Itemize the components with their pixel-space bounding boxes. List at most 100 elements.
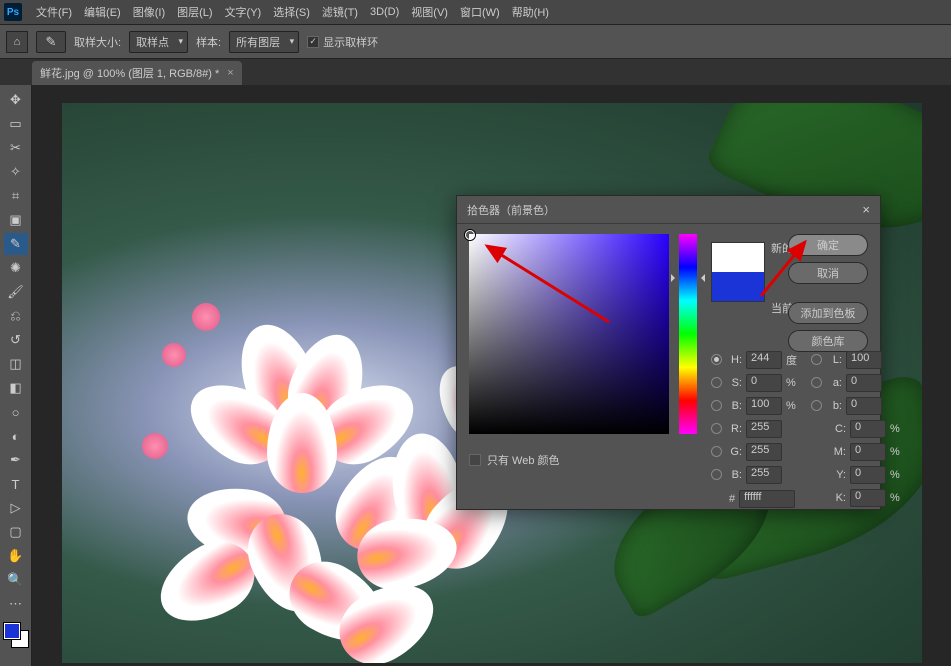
input-b2[interactable]: 0: [846, 397, 882, 415]
show-ring-checkbox[interactable]: ✓ 显示取样环: [307, 34, 378, 50]
sample-size-select[interactable]: 取样点: [129, 31, 188, 53]
app-logo: Ps: [4, 3, 22, 21]
label-s: S:: [726, 377, 742, 389]
input-s[interactable]: 0: [746, 374, 782, 392]
radio-a[interactable]: [811, 377, 822, 388]
input-y[interactable]: 0: [850, 466, 886, 484]
input-r[interactable]: 255: [746, 420, 782, 438]
ok-button[interactable]: 确定: [788, 234, 868, 256]
input-k[interactable]: 0: [850, 489, 886, 507]
path-tool[interactable]: ▷: [4, 497, 28, 519]
hue-slider[interactable]: [679, 234, 697, 434]
input-b[interactable]: 100: [746, 397, 782, 415]
frame-tool[interactable]: ▣: [4, 209, 28, 231]
menu-file[interactable]: 文件(F): [30, 4, 78, 20]
menu-select[interactable]: 选择(S): [267, 4, 316, 20]
cancel-button[interactable]: 取消: [788, 262, 868, 284]
input-a[interactable]: 0: [846, 374, 882, 392]
label-b: B:: [726, 400, 742, 412]
marquee-tool[interactable]: ▭: [4, 113, 28, 135]
web-only-label: 只有 Web 颜色: [487, 452, 560, 468]
label-h: H:: [726, 354, 742, 366]
brush-tool[interactable]: 🖌: [4, 281, 28, 303]
input-bb[interactable]: 255: [746, 466, 782, 484]
wand-tool[interactable]: ✧: [4, 161, 28, 183]
input-m[interactable]: 0: [850, 443, 886, 461]
radio-b[interactable]: [711, 400, 722, 411]
eraser-tool[interactable]: ◫: [4, 353, 28, 375]
radio-g[interactable]: [711, 446, 722, 457]
unit-m: %: [890, 446, 904, 458]
dialog-title: 拾色器（前景色）: [467, 202, 555, 218]
document-tab[interactable]: 鲜花.jpg @ 100% (图层 1, RGB/8#) * ×: [32, 61, 242, 85]
radio-h[interactable]: [711, 354, 722, 365]
unit-c: %: [890, 423, 904, 435]
more-tools[interactable]: ⋯: [4, 593, 28, 615]
label-m: M:: [830, 446, 846, 458]
radio-s[interactable]: [711, 377, 722, 388]
menu-window[interactable]: 窗口(W): [454, 4, 506, 20]
sample-layer-select[interactable]: 所有图层: [229, 31, 299, 53]
saturation-value-box[interactable]: [469, 234, 669, 434]
blur-tool[interactable]: ○: [4, 401, 28, 423]
sample-size-value: 取样点: [136, 34, 169, 50]
zoom-tool[interactable]: 🔍: [4, 569, 28, 591]
sv-marker: [465, 230, 475, 240]
add-swatch-button[interactable]: 添加到色板: [788, 302, 868, 324]
move-tool[interactable]: ✥: [4, 89, 28, 111]
menu-type[interactable]: 文字(Y): [219, 4, 268, 20]
color-preview: [711, 242, 765, 302]
menu-edit[interactable]: 编辑(E): [78, 4, 127, 20]
menu-view[interactable]: 视图(V): [405, 4, 454, 20]
type-tool[interactable]: T: [4, 473, 28, 495]
dialog-titlebar[interactable]: 拾色器（前景色） ×: [457, 196, 880, 224]
input-l[interactable]: 100: [846, 351, 882, 369]
stamp-tool[interactable]: ⎌: [4, 305, 28, 327]
gradient-tool[interactable]: ◧: [4, 377, 28, 399]
crop-tool[interactable]: ⌗: [4, 185, 28, 207]
history-brush-tool[interactable]: ↺: [4, 329, 28, 351]
unit-k: %: [890, 492, 904, 504]
close-icon[interactable]: ×: [862, 202, 870, 217]
hand-tool[interactable]: ✋: [4, 545, 28, 567]
radio-l[interactable]: [811, 354, 822, 365]
workspace: ✥ ▭ ✂ ✧ ⌗ ▣ ✎ ✺ 🖌 ⎌ ↺ ◫ ◧ ○ ◐ ✒ T ▷ ▢ ✋ …: [0, 85, 951, 666]
menu-bar: Ps 文件(F) 编辑(E) 图像(I) 图层(L) 文字(Y) 选择(S) 滤…: [0, 0, 951, 25]
web-only-checkbox[interactable]: 只有 Web 颜色: [469, 452, 560, 468]
heal-tool[interactable]: ✺: [4, 257, 28, 279]
sample-layer-value: 所有图层: [236, 34, 280, 50]
radio-bb[interactable]: [711, 469, 722, 480]
unit-s: %: [786, 377, 800, 389]
show-ring-label: 显示取样环: [323, 34, 378, 50]
label-k: K:: [830, 492, 846, 504]
hex-input[interactable]: ffffff: [739, 490, 795, 508]
canvas-area[interactable]: 拾色器（前景色） × 新的 当前: [32, 85, 951, 666]
menu-help[interactable]: 帮助(H): [506, 4, 555, 20]
radio-r[interactable]: [711, 423, 722, 434]
menu-3d[interactable]: 3D(D): [364, 6, 405, 18]
unit-y: %: [890, 469, 904, 481]
menu-filter[interactable]: 滤镜(T): [316, 4, 364, 20]
pen-tool[interactable]: ✒: [4, 449, 28, 471]
lasso-tool[interactable]: ✂: [4, 137, 28, 159]
shape-tool[interactable]: ▢: [4, 521, 28, 543]
home-button[interactable]: ⌂: [6, 31, 28, 53]
document-tab-row: 鲜花.jpg @ 100% (图层 1, RGB/8#) * ×: [0, 59, 951, 85]
foreground-swatch[interactable]: [4, 623, 20, 639]
color-swatches[interactable]: [4, 623, 28, 647]
radio-b2[interactable]: [811, 400, 822, 411]
input-h[interactable]: 244: [746, 351, 782, 369]
close-tab-icon[interactable]: ×: [227, 67, 233, 79]
input-g[interactable]: 255: [746, 443, 782, 461]
checkbox-icon: ✓: [307, 36, 319, 48]
eyedropper-tool[interactable]: ✎: [4, 233, 28, 255]
eyedropper-tool-icon[interactable]: ✎: [36, 31, 66, 53]
menu-layer[interactable]: 图层(L): [171, 4, 218, 20]
sample-size-label: 取样大小:: [74, 34, 121, 50]
document-tab-title: 鲜花.jpg @ 100% (图层 1, RGB/8#) *: [40, 65, 219, 81]
input-c[interactable]: 0: [850, 420, 886, 438]
label-l: L:: [826, 354, 842, 366]
menu-image[interactable]: 图像(I): [127, 4, 171, 20]
label-b2: b:: [826, 400, 842, 412]
dodge-tool[interactable]: ◐: [4, 425, 28, 447]
